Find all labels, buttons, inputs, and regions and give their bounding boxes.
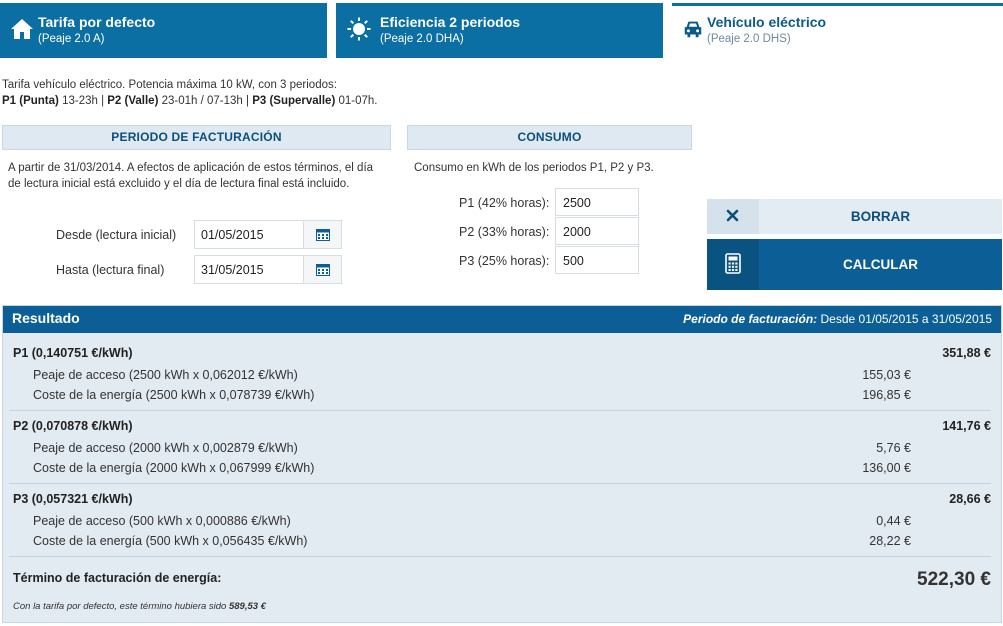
period-schedule: P1 (Punta) 13-23h | P2 (Valle) 23-01h / … — [2, 93, 377, 109]
calendar-button[interactable] — [303, 256, 341, 283]
calendar-icon — [316, 229, 330, 241]
p2-energy-cost-label: Coste de la energía (2000 kWh x 0,067999… — [33, 461, 315, 475]
tab-subtitle: (Peaje 2.0 DHA) — [380, 33, 464, 45]
p1-consumption-input[interactable]: 2500 — [555, 188, 639, 216]
sun-icon — [347, 17, 371, 41]
tab-title: Vehículo eléctrico — [707, 14, 827, 30]
comparison-text: Con la tarifa por defecto, este término … — [13, 601, 229, 612]
result-title: Resultado — [12, 310, 80, 326]
result-period: Periodo de facturación: Desde 01/05/2015… — [683, 312, 992, 326]
calculate-button-label: CALCULAR — [843, 257, 918, 272]
p3-access-toll-amount: 0,44 € — [876, 514, 911, 528]
p1-section-title: P1 (0,140751 €/kWh) — [13, 346, 133, 360]
p3-section-title: P3 (0,057321 €/kWh) — [13, 492, 133, 506]
p2-hours: 23-01h / 07-13h | — [158, 95, 253, 107]
result-panel: Resultado Periodo de facturación: Desde … — [2, 305, 1002, 623]
tab-subtitle: (Peaje 2.0 DHS) — [707, 33, 791, 45]
tab-title: Tarifa por defecto — [38, 14, 156, 30]
calendar-button[interactable] — [303, 221, 341, 248]
result-header: Resultado Periodo de facturación: Desde … — [3, 306, 1001, 333]
tab-subtitle: (Peaje 2.0 A) — [38, 33, 105, 45]
to-date-label: Hasta (lectura final) — [56, 263, 165, 277]
close-icon — [707, 199, 759, 234]
p2-access-toll-amount: 5,76 € — [876, 441, 911, 455]
p1-energy-cost-label: Coste de la energía (2500 kWh x 0,078739… — [33, 388, 315, 402]
to-date-field[interactable]: 31/05/2015 — [194, 255, 342, 284]
p3-section-total: 28,66 € — [949, 492, 991, 506]
p3-label: P3 (Supervalle) — [252, 95, 336, 107]
section-divider — [9, 410, 991, 411]
p2-label: P2 (Valle) — [107, 95, 159, 107]
clear-button[interactable]: BORRAR — [707, 199, 1002, 234]
from-date-value: 01/05/2015 — [201, 228, 264, 242]
p1-consumption-label: P1 (42% horas): — [459, 196, 550, 210]
p3-consumption-input[interactable]: 500 — [555, 246, 639, 274]
p1-access-toll-amount: 155,03 € — [862, 368, 911, 382]
tab-title: Eficiencia 2 periodos — [380, 14, 521, 30]
result-period-value: Desde 01/05/2015 a 31/05/2015 — [817, 312, 993, 326]
home-icon — [10, 17, 34, 41]
p3-energy-cost-amount: 28,22 € — [869, 534, 911, 548]
p2-consumption-input[interactable]: 2000 — [555, 217, 639, 245]
p2-section-total: 141,76 € — [942, 419, 991, 433]
description-line: Tarifa vehículo eléctrico. Potencia máxi… — [2, 79, 337, 91]
consumption-header: CONSUMO — [407, 125, 692, 150]
to-date-value: 31/05/2015 — [201, 263, 264, 277]
clear-button-label: BORRAR — [850, 209, 911, 224]
p2-energy-cost-amount: 136,00 € — [862, 461, 911, 475]
result-period-label: Periodo de facturación: — [683, 312, 818, 326]
tab-two-periods[interactable]: Eficiencia 2 periodos (Peaje 2.0 DHA) — [336, 3, 663, 58]
p1-consumption-value: 2500 — [563, 196, 591, 210]
p1-section-total: 351,88 € — [942, 346, 991, 360]
p1-label: P1 (Punta) — [2, 95, 59, 107]
tariff-description: Tarifa vehículo eléctrico. Potencia máxi… — [2, 77, 377, 109]
billing-period-header: PERIODO DE FACTURACIÓN — [2, 125, 391, 150]
tab-electric-vehicle[interactable]: Vehículo eléctrico (Peaje 2.0 DHS) — [672, 3, 1003, 58]
calculate-button[interactable]: CALCULAR — [707, 239, 1002, 290]
calculator-icon — [707, 239, 759, 290]
p2-consumption-label: P2 (33% horas): — [459, 225, 550, 239]
tab-default-tariff[interactable]: Tarifa por defecto (Peaje 2.0 A) — [0, 3, 327, 58]
from-date-field[interactable]: 01/05/2015 — [194, 220, 342, 249]
from-date-label: Desde (lectura inicial) — [56, 228, 177, 242]
comparison-amount: 589,53 € — [228, 601, 266, 612]
section-divider — [9, 556, 991, 557]
p1-access-toll-label: Peaje de acceso (2500 kWh x 0,062012 €/k… — [33, 368, 298, 382]
section-divider — [9, 483, 991, 484]
p3-consumption-value: 500 — [563, 254, 584, 268]
energy-term-total: 522,30 € — [917, 569, 991, 590]
default-tariff-comparison: Con la tarifa por defecto, este término … — [13, 601, 266, 612]
energy-term-label: Término de facturación de energía: — [13, 571, 222, 585]
p1-hours: 13-23h | — [58, 95, 108, 107]
p3-access-toll-label: Peaje de acceso (500 kWh x 0,000886 €/kW… — [33, 514, 291, 528]
tariff-tabs: Tarifa por defecto (Peaje 2.0 A) Eficien… — [0, 0, 1003, 58]
car-icon — [682, 18, 706, 42]
p3-hours: 01-07h. — [335, 95, 378, 107]
p2-section-title: P2 (0,070878 €/kWh) — [13, 419, 133, 433]
p3-consumption-label: P3 (25% horas): — [459, 254, 550, 268]
billing-period-note: A partir de 31/03/2014. A efectos de apl… — [8, 162, 374, 190]
p1-energy-cost-amount: 196,85 € — [862, 388, 911, 402]
consumption-note: Consumo en kWh de los periodos P1, P2 y … — [414, 162, 654, 174]
calendar-icon — [316, 264, 330, 276]
p3-energy-cost-label: Coste de la energía (500 kWh x 0,056435 … — [33, 534, 308, 548]
p2-consumption-value: 2000 — [563, 225, 591, 239]
p2-access-toll-label: Peaje de acceso (2000 kWh x 0,002879 €/k… — [33, 441, 298, 455]
